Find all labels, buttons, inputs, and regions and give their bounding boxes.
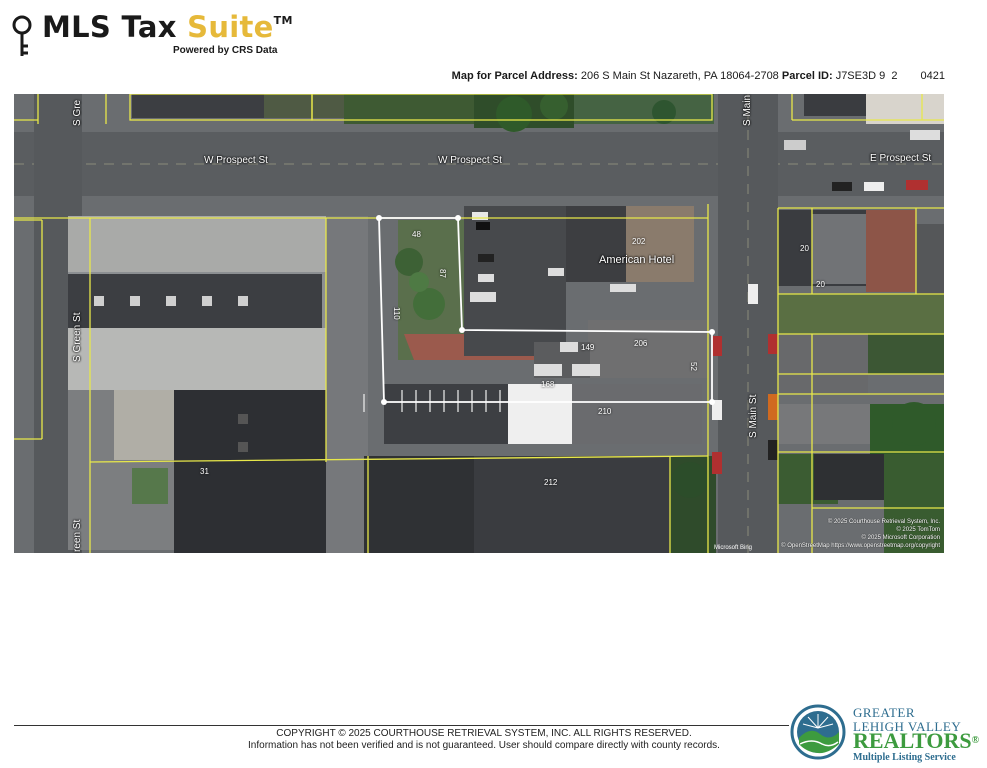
parcel-address: 206 S Main St Nazareth, PA 18064-2708 (580, 70, 779, 82)
parcel-number: 20 (800, 244, 809, 253)
street-s-green: S Green St (72, 312, 83, 362)
brand-name: MLS Tax SuiteTM (42, 10, 293, 44)
parcel-id-suffix: 0421 (920, 70, 945, 82)
glvar-logo: GREATER LEHIGH VALLEY REALTORS® Multiple… (790, 704, 985, 764)
copyright-text: COPYRIGHT © 2025 COURTHOUSE RETRIEVAL SY… (276, 728, 692, 739)
powered-by: Powered by CRS Data (173, 45, 278, 56)
parcel-number: 20 (816, 280, 825, 289)
parcel-number: 87 (438, 269, 447, 278)
parcel-number: 52 (689, 362, 698, 371)
microsoft-logo: Microsoft Bing (714, 545, 753, 551)
american-hotel-label: American Hotel (599, 254, 675, 266)
parcel-number: 206 (634, 339, 648, 348)
footer-divider (14, 725, 789, 726)
parcel-id-label: Parcel ID: (781, 70, 833, 82)
parcel-number: 168 (541, 380, 555, 389)
glvar-realtors: REALTORS® (853, 728, 980, 753)
street-s-main: S Main St (748, 394, 759, 438)
parcel-number: 31 (200, 467, 209, 476)
address-label: Map for Parcel Address: (451, 70, 578, 82)
parcel-number: 202 (632, 237, 646, 246)
glvar-mls: Multiple Listing Service (853, 752, 956, 763)
glvar-emblem-icon (790, 704, 846, 760)
street-w-prospect-1: W Prospect St (204, 155, 268, 166)
mls-tax-suite-logo: MLS Tax SuiteTM Powered by CRS Data (10, 8, 300, 60)
street-s-green-top: S Gre (72, 99, 83, 126)
parcel-info-line: Map for Parcel Address: 206 S Main St Na… (452, 70, 945, 82)
key-icon (12, 15, 32, 56)
parcel-number: 149 (581, 343, 595, 352)
parcel-map[interactable]: W Prospect St W Prospect St E Prospect S… (14, 94, 944, 553)
street-w-prospect-2: W Prospect St (438, 155, 502, 166)
street-green-bottom: reen St (72, 519, 83, 552)
parcel-number: 48 (412, 230, 421, 239)
parcel-number: 210 (598, 407, 612, 416)
footer-copyright: COPYRIGHT © 2025 COURTHOUSE RETRIEVAL SY… (234, 728, 734, 752)
street-e-prospect: E Prospect St (870, 153, 932, 164)
parcel-number: 212 (544, 478, 558, 487)
street-s-main-top: S Main (742, 94, 753, 126)
parcel-number: 110 (392, 307, 401, 320)
map-attribution: © 2025 Courthouse Retrieval System, Inc.… (781, 519, 940, 549)
disclaimer-text: Information has not been verified and is… (248, 740, 720, 751)
parcel-id: J7SE3D 9 2 (835, 70, 898, 82)
